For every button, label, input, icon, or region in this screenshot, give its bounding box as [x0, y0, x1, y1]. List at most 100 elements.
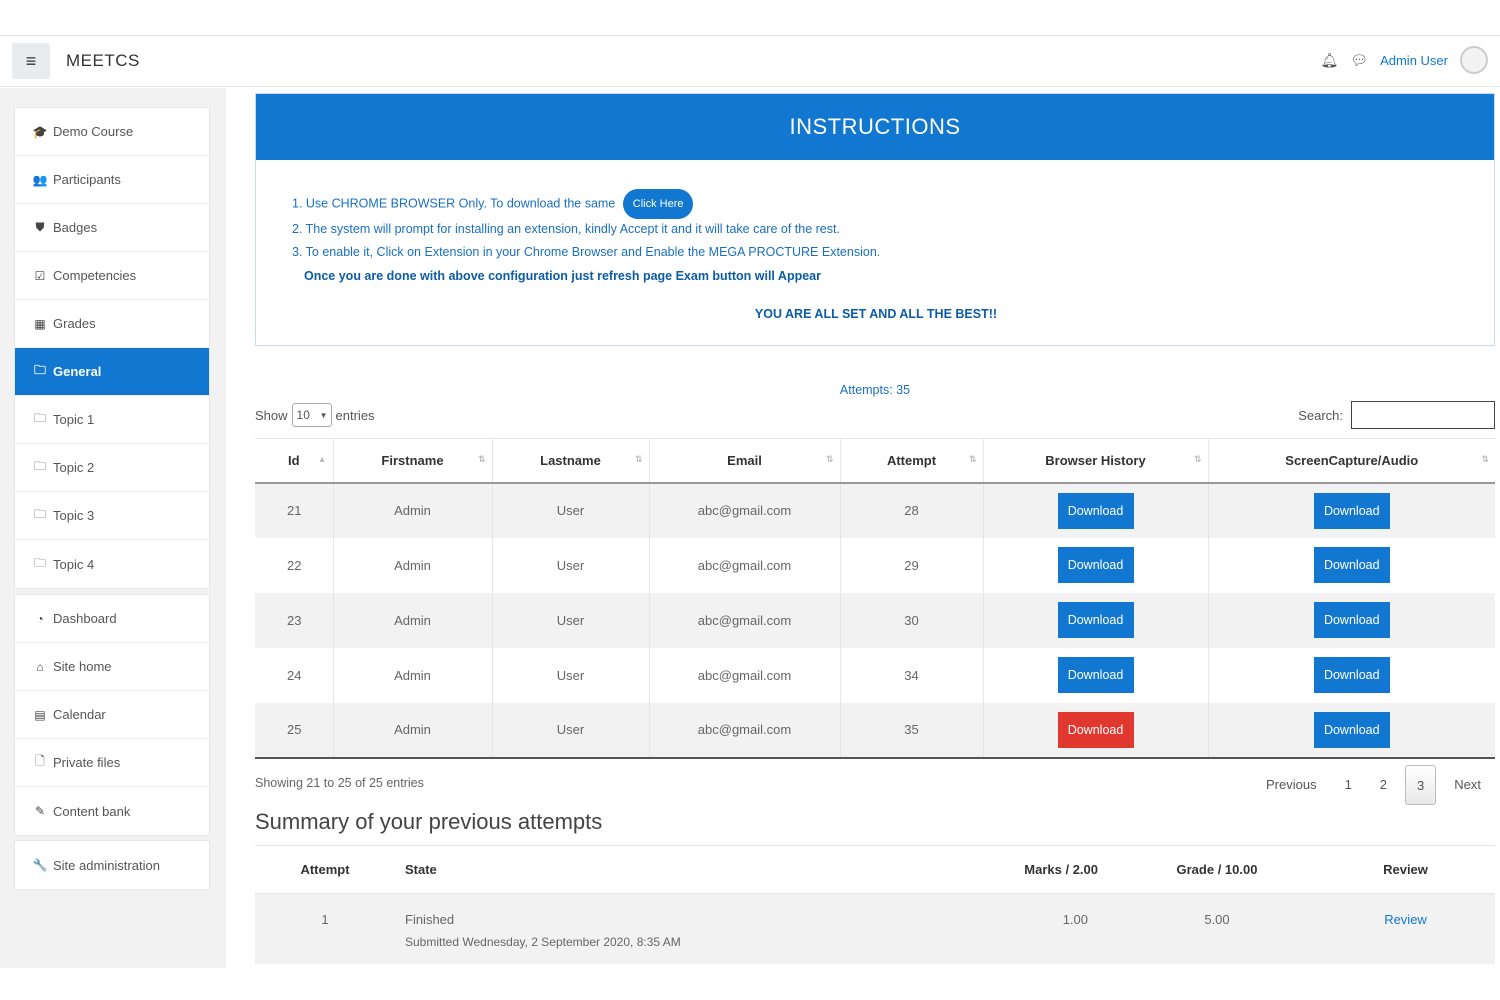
show-label: Show — [255, 407, 288, 423]
page-3-button[interactable]: 3 — [1405, 765, 1437, 805]
sort-icon: ▲ — [317, 454, 327, 464]
hamburger-menu-button[interactable]: ≡ — [12, 43, 50, 79]
browser-history-download-button[interactable]: Download — [1057, 547, 1134, 583]
cell-first: Admin — [332, 647, 492, 703]
search-input[interactable] — [1351, 401, 1495, 429]
cell-id: 24 — [287, 667, 302, 683]
sidebar-item-label: Private files — [53, 755, 121, 770]
sort-icon: ⇅ — [1193, 454, 1202, 464]
attempts-table: Id ▲ Firstname ⇅ Lastname ⇅ Email ⇅ Attempt ⇅ Brow… — [255, 438, 1495, 759]
column-header-lastname[interactable]: Lastname ⇅ — [491, 438, 649, 484]
sidebar-item-label: Site home — [53, 659, 112, 674]
browser-history-download-button[interactable]: Download — [1057, 492, 1134, 529]
cell-last: User — [491, 592, 649, 648]
cell-browser-history: Download — [982, 647, 1208, 703]
cell-screen-capture: Download — [1207, 482, 1495, 538]
sidebar-item-demo-course[interactable]: 🎓 Demo Course — [15, 108, 209, 156]
sidebar-item-topic-2[interactable]: 🗀 Topic 2 — [15, 444, 209, 492]
cell-first: Admin — [332, 537, 492, 593]
cell-screen-capture: Download — [1207, 702, 1495, 759]
table-row: 23 Admin User abc@gmail.com 30 Download Downlo… — [255, 592, 1495, 648]
sidebar-item-site-home[interactable]: ⌂ Site home — [15, 643, 209, 691]
column-header-attempt[interactable]: Attempt ⇅ — [839, 438, 983, 484]
sidebar-item-competencies[interactable]: ☑ Competencies — [15, 252, 209, 300]
folder-icon: 🗀 — [33, 555, 46, 570]
instructions-panel: INSTRUCTIONS 1. Use CHROME BROWSER Only.… — [255, 93, 1495, 346]
site-name[interactable]: MEETCS — [66, 51, 140, 71]
bell-icon[interactable]: 🔔︎ — [1321, 52, 1339, 69]
sidebar-item-topic-3[interactable]: 🗀 Topic 3 — [15, 492, 209, 540]
main-content: INSTRUCTIONS 1. Use CHROME BROWSER Only.… — [255, 93, 1495, 964]
sidebar: 🎓 Demo Course 👥 Participants ⛊ Badges ☑ Compete… — [0, 88, 226, 968]
screen-capture-download-button[interactable]: Download — [1313, 602, 1390, 638]
cell-email: abc@gmail.com — [648, 537, 840, 593]
folder-icon: 🗀 — [33, 459, 46, 473]
home-icon: ⌂ — [36, 659, 44, 674]
sidebar-item-topic-4[interactable]: 🗀 Topic 4 — [15, 540, 209, 588]
sidebar-item-participants[interactable]: 👥 Participants — [15, 156, 209, 204]
cell-email: abc@gmail.com — [648, 482, 840, 538]
instruction-line-2: 2. The system will prompt for installing… — [292, 222, 840, 236]
chevron-down-icon: ▼ — [319, 410, 328, 420]
calendar-icon: ▤ — [34, 707, 46, 722]
cell-screen-capture: Download — [1207, 592, 1495, 648]
entries-length-control: Show 10 ▼ entries — [255, 403, 375, 427]
sidebar-item-site-administration[interactable]: 🔧 Site administration — [15, 841, 209, 889]
sidebar-item-content-bank[interactable]: ✎ Content bank — [15, 787, 209, 835]
summary-table: Attempt State Marks / 2.00 Grade / 10.00… — [255, 845, 1495, 964]
page-1-button[interactable]: 1 — [1331, 765, 1366, 805]
cell-last: User — [491, 537, 649, 593]
cell-browser-history: Download — [982, 537, 1208, 593]
column-header-label: ScreenCapture/Audio — [1285, 452, 1419, 468]
summary-col-state: State — [395, 845, 695, 894]
sidebar-item-label: Topic 3 — [53, 508, 95, 523]
sort-icon: ⇅ — [825, 454, 834, 464]
user-menu: 🔔︎ 💬︎ Admin User — [1321, 46, 1488, 74]
instruction-text-1: 1. Use CHROME BROWSER Only. To download … — [292, 196, 616, 211]
browser-history-download-button[interactable]: Download — [1057, 602, 1134, 638]
cell-attempt: 35 — [839, 702, 983, 759]
table-info: Showing 21 to 25 of 25 entries — [255, 776, 424, 790]
cell-screen-capture: Download — [1207, 647, 1495, 703]
sidebar-item-private-files[interactable]: 🗋 Private files — [15, 739, 209, 787]
sidebar-item-topic-1[interactable]: 🗀 Topic 1 — [15, 396, 209, 444]
folder-icon: 🗀 — [33, 507, 46, 521]
entries-select[interactable]: 10 ▼ — [291, 403, 332, 427]
review-link[interactable]: Review — [1384, 912, 1427, 927]
entries-label: entries — [335, 407, 375, 423]
screen-capture-download-button[interactable]: Download — [1313, 547, 1390, 583]
chat-icon[interactable]: 💬︎ — [1350, 52, 1368, 69]
sidebar-item-dashboard[interactable]: ◔ Dashboard — [15, 595, 209, 643]
sidebar-item-grades[interactable]: ▦ Grades — [15, 300, 209, 348]
screen-capture-download-button[interactable]: Download — [1313, 492, 1390, 529]
column-header-screencapture-audio[interactable]: ScreenCapture/Audio ⇅ — [1207, 438, 1495, 484]
browser-history-download-button[interactable]: Download — [1057, 711, 1134, 748]
sidebar-item-calendar[interactable]: ▤ Calendar — [15, 691, 209, 739]
cell-first: Admin — [332, 482, 492, 538]
browser-history-download-button[interactable]: Download — [1057, 657, 1134, 693]
sidebar-item-badges[interactable]: ⛊ Badges — [15, 204, 209, 252]
pencil-icon: ✎ — [34, 804, 46, 818]
column-header-firstname[interactable]: Firstname ⇅ — [332, 438, 492, 484]
avatar[interactable] — [1460, 46, 1488, 74]
entries-select-value: 10 — [296, 408, 310, 422]
cell-attempt: 28 — [839, 482, 983, 538]
column-header-label: Browser History — [1045, 452, 1146, 468]
hamburger-icon: ≡ — [25, 50, 37, 71]
summary-review-cell: Review — [1316, 893, 1495, 964]
next-page-button[interactable]: Next — [1440, 765, 1495, 805]
page-2-button[interactable]: 2 — [1366, 765, 1401, 805]
sidebar-item-general[interactable]: 🗀 General — [15, 348, 209, 396]
screen-capture-download-button[interactable]: Download — [1313, 711, 1390, 748]
table-row: 25 Admin User abc@gmail.com 35 Download Downlo… — [255, 702, 1495, 759]
previous-page-button[interactable]: Previous — [1252, 765, 1331, 805]
sidebar-item-label: Calendar — [53, 707, 106, 722]
click-here-button[interactable]: Click Here — [622, 189, 694, 219]
summary-grade: 5.00 — [1118, 893, 1316, 964]
column-header-browser-history[interactable]: Browser History ⇅ — [982, 438, 1208, 484]
sidebar-item-label: Participants — [53, 172, 121, 187]
column-header-id[interactable]: Id ▲ — [255, 438, 333, 484]
screen-capture-download-button[interactable]: Download — [1313, 657, 1390, 693]
user-name[interactable]: Admin User — [1380, 53, 1448, 68]
column-header-email[interactable]: Email ⇅ — [648, 438, 840, 484]
